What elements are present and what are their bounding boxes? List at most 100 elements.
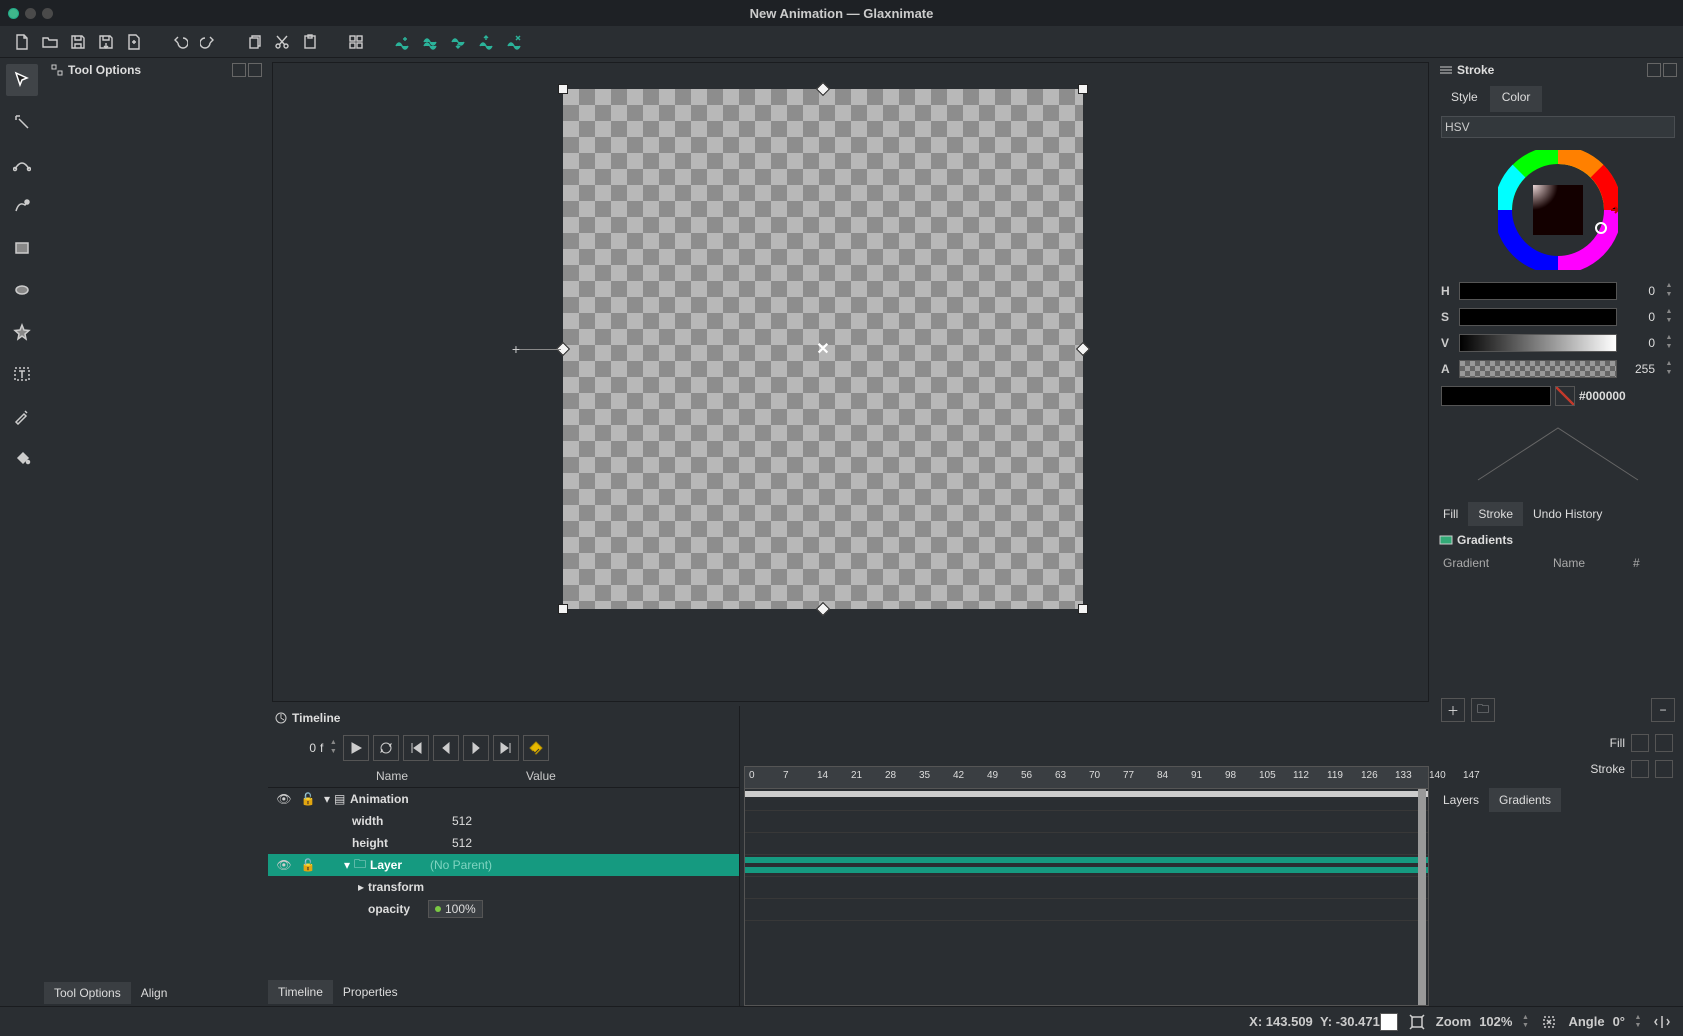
first-frame-button[interactable] (403, 735, 429, 761)
freehand-tool[interactable] (6, 190, 38, 222)
window-close-button[interactable] (8, 8, 19, 19)
frame-spin-up[interactable]: ▲ (327, 739, 339, 748)
delete-gradient-button[interactable]: − (1651, 698, 1675, 722)
timeline-scrubber[interactable] (1418, 789, 1426, 1005)
timeline-ruler[interactable]: 0714212835424956637077849198105112119126… (744, 766, 1429, 788)
star-tool[interactable] (6, 316, 38, 348)
panel-float-button[interactable] (232, 63, 246, 77)
select-tool[interactable] (6, 64, 38, 96)
v-down[interactable]: ▼ (1663, 343, 1675, 352)
color-picker-tool[interactable] (6, 400, 38, 432)
hex-input[interactable]: #000000 (1579, 389, 1675, 403)
canvas-viewport[interactable]: ✕ + (272, 62, 1429, 702)
new-file-button[interactable] (10, 30, 34, 54)
row-value[interactable]: (No Parent) (430, 858, 739, 872)
tab-style[interactable]: Style (1439, 86, 1490, 112)
layer-delete-button[interactable] (502, 30, 526, 54)
fill-linear-button[interactable] (1631, 734, 1649, 752)
tab-undo-history[interactable]: Undo History (1523, 502, 1612, 526)
stroke-radial-button[interactable] (1655, 760, 1673, 778)
copy-button[interactable] (242, 30, 266, 54)
flip-view-button[interactable] (1651, 1011, 1673, 1033)
text-tool[interactable] (6, 358, 38, 390)
track-animation[interactable] (745, 789, 1428, 811)
alpha-slider[interactable] (1459, 360, 1617, 378)
s-up[interactable]: ▲ (1663, 308, 1675, 317)
save-file-button[interactable] (66, 30, 90, 54)
panel-close-button[interactable] (1663, 63, 1677, 77)
frame-spin-down[interactable]: ▼ (327, 748, 339, 757)
track-layer[interactable] (745, 855, 1428, 877)
alpha-value[interactable]: 255 (1623, 362, 1657, 376)
tree-row-layer[interactable]: 👁 🔓 ▾ 🗀 Layer (No Parent) (268, 854, 739, 876)
reset-rotation-button[interactable] (1538, 1011, 1560, 1033)
track-height[interactable] (745, 833, 1428, 855)
frame-number-input[interactable]: 0 (276, 741, 316, 755)
panel-float-button[interactable] (1647, 63, 1661, 77)
fill-radial-button[interactable] (1655, 734, 1673, 752)
layer-raise-button[interactable] (474, 30, 498, 54)
bucket-fill-tool[interactable] (6, 442, 38, 474)
s-down[interactable]: ▼ (1663, 317, 1675, 326)
tree-row-height[interactable]: height 512 (268, 832, 739, 854)
expand-toggle[interactable]: ▾ (320, 792, 334, 806)
play-button[interactable] (343, 735, 369, 761)
edit-tool[interactable] (6, 106, 38, 138)
layer-tree[interactable]: 👁 🔓 ▾ ▤ Animation width 512 hei (268, 788, 739, 978)
h-down[interactable]: ▼ (1663, 291, 1675, 300)
select-all-button[interactable] (344, 30, 368, 54)
timeline-tracks-area[interactable]: 0714212835424956637077849198105112119126… (740, 706, 1433, 1006)
color-wheel[interactable] (1433, 142, 1683, 278)
stroke-linear-button[interactable] (1631, 760, 1649, 778)
current-swatch[interactable] (1380, 1013, 1398, 1031)
tab-stroke[interactable]: Stroke (1468, 502, 1523, 526)
tree-row-transform[interactable]: ▸ transform (268, 876, 739, 898)
gradient-from-preset-button[interactable]: 🗀 (1471, 698, 1495, 722)
a-down[interactable]: ▼ (1663, 369, 1675, 378)
v-up[interactable]: ▲ (1663, 334, 1675, 343)
paste-button[interactable] (298, 30, 322, 54)
row-value[interactable]: 512 (452, 836, 739, 850)
redo-button[interactable] (196, 30, 220, 54)
opacity-value-input[interactable]: 100% (428, 900, 483, 918)
value-value[interactable]: 0 (1623, 336, 1657, 350)
selection-handle-br[interactable] (1078, 604, 1088, 614)
tab-color[interactable]: Color (1490, 86, 1543, 112)
window-minimize-button[interactable] (25, 8, 36, 19)
zoom-value[interactable]: 102% (1479, 1014, 1512, 1029)
layer-duplicate-button[interactable] (418, 30, 442, 54)
visibility-icon[interactable]: 👁 (272, 858, 296, 872)
expand-toggle[interactable]: ▸ (354, 880, 368, 894)
window-maximize-button[interactable] (42, 8, 53, 19)
lock-icon[interactable]: 🔓 (296, 792, 320, 806)
row-value[interactable]: 512 (452, 814, 739, 828)
current-color-swatch[interactable] (1441, 386, 1551, 406)
visibility-icon[interactable]: 👁 (272, 792, 296, 806)
last-frame-button[interactable] (493, 735, 519, 761)
record-keyframe-button[interactable] (523, 735, 549, 761)
track-transform[interactable] (745, 877, 1428, 899)
selection-anchor-icon[interactable]: ✕ (816, 339, 829, 359)
angle-value[interactable]: 0° (1613, 1014, 1625, 1029)
selection-handle-tr[interactable] (1078, 84, 1088, 94)
panel-close-button[interactable] (248, 63, 262, 77)
undo-button[interactable] (168, 30, 192, 54)
tab-tool-options[interactable]: Tool Options (44, 982, 131, 1004)
tree-row-opacity[interactable]: opacity 100% (268, 898, 739, 920)
hue-value[interactable]: 0 (1623, 284, 1657, 298)
tab-timeline[interactable]: Timeline (268, 980, 333, 1004)
tab-gradients[interactable]: Gradients (1489, 788, 1561, 812)
ellipse-tool[interactable] (6, 274, 38, 306)
timeline-tracks[interactable] (744, 788, 1429, 1006)
no-color-button[interactable] (1555, 386, 1575, 406)
bezier-tool[interactable] (6, 148, 38, 180)
hue-slider[interactable] (1459, 282, 1617, 300)
value-slider[interactable] (1459, 334, 1617, 352)
track-width[interactable] (745, 811, 1428, 833)
prev-frame-button[interactable] (433, 735, 459, 761)
tab-properties[interactable]: Properties (333, 980, 408, 1004)
export-button[interactable] (122, 30, 146, 54)
tree-row-animation[interactable]: 👁 🔓 ▾ ▤ Animation (268, 788, 739, 810)
saturation-slider[interactable] (1459, 308, 1617, 326)
rectangle-tool[interactable] (6, 232, 38, 264)
